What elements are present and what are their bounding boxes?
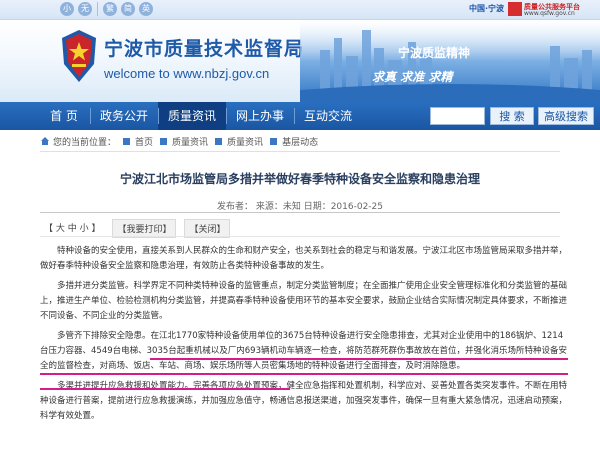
breadcrumb-divider <box>40 151 560 152</box>
breadcrumb-marker-icon <box>123 137 131 145</box>
highlight-underline <box>40 388 290 390</box>
article-divider <box>40 212 560 213</box>
breadcrumb-item-news-2[interactable]: 质量资讯 <box>227 135 263 148</box>
search-button[interactable]: 搜 索 <box>490 107 534 125</box>
search-input[interactable] <box>430 107 485 125</box>
article-body: 特种设备的安全使用，直接关系到人民群众的生命和财产安全，也关系到社会的稳定与和谐… <box>40 244 570 429</box>
china-ningbo-link[interactable]: 中国·宁波 <box>469 3 504 14</box>
article-paragraph: 多措并进分类监管。科学界定不同种类特种设备的监管重点，制定分类监管制度；在全面推… <box>40 281 568 321</box>
breadcrumb-marker-icon <box>270 137 278 145</box>
toolbar-divider <box>40 236 560 237</box>
nav-item-online-services[interactable]: 网上办事 <box>226 102 294 130</box>
breadcrumb-marker-icon <box>160 137 168 145</box>
home-icon <box>41 137 49 145</box>
qsfw-logo-icon <box>508 2 522 16</box>
article-meta: 发布者： 来源：未知 日期：2016-02-25 <box>216 202 384 212</box>
utility-icons: 小 无 繁 简 英 <box>60 2 153 16</box>
national-emblem-icon <box>62 30 96 82</box>
article-paragraph: 多渠并进提升应急救援和处置能力。完善各项应急处置预案，健全应急指挥和处置机制，科… <box>40 381 568 421</box>
article-title: 宁波江北市场监管局多措并举做好春季特种设备安全监察和隐患治理 <box>119 172 480 186</box>
site-url: welcome to www.nbzj.gov.cn <box>104 66 270 81</box>
qsfw-url: www.qsfw.gov.cn <box>524 10 575 17</box>
site-title: 宁波市质量技术监督局 <box>104 38 305 60</box>
breadcrumb-item-home[interactable]: 首页 <box>135 135 153 148</box>
nav-item-home[interactable]: 首 页 <box>38 102 90 130</box>
qsfw-logo-link[interactable]: 质量公共服务平台 www.qsfw.gov.cn <box>508 2 594 18</box>
nav-item-gov-affairs[interactable]: 政务公开 <box>90 102 158 130</box>
util-icon-0[interactable]: 小 <box>60 2 74 16</box>
util-separator <box>97 2 98 16</box>
util-icon-2[interactable]: 繁 <box>103 2 117 16</box>
main-nav: 首 页 政务公开 质量资讯 网上办事 互动交流 搜 索 高级搜索 <box>0 102 600 130</box>
highlight-underline <box>40 373 568 375</box>
breadcrumb-prefix: 您的当前位置： <box>53 137 117 148</box>
util-icon-4[interactable]: 英 <box>139 2 153 16</box>
nav-item-quality-news[interactable]: 质量资讯 <box>158 102 226 130</box>
breadcrumb: 您的当前位置： 首页 质量资讯 质量资讯 基层动态 <box>40 132 318 150</box>
breadcrumb-item-local[interactable]: 基层动态 <box>282 135 318 148</box>
advanced-search-button[interactable]: 高级搜索 <box>538 107 594 125</box>
breadcrumb-marker-icon <box>215 137 223 145</box>
highlight-underline <box>150 358 568 360</box>
top-utility-bar: 小 无 繁 简 英 中国·宁波 质量公共服务平台 www.qsfw.gov.cn <box>0 0 600 20</box>
nav-item-interaction[interactable]: 互动交流 <box>294 102 362 130</box>
util-icon-3[interactable]: 简 <box>121 2 135 16</box>
breadcrumb-item-news[interactable]: 质量资讯 <box>172 135 208 148</box>
spirit-label: 宁波质监精神 <box>398 46 471 60</box>
article-paragraph-highlighted: 多管齐下排除安全隐患。在江北1770家特种设备使用单位的3675台特种设备进行安… <box>40 331 567 371</box>
header-banner: 宁波市质量技术监督局 welcome to www.nbzj.gov.cn 宁波… <box>0 20 600 102</box>
city-skyline-image <box>300 20 600 102</box>
article-paragraph: 特种设备的安全使用，直接关系到人民群众的生命和财产安全，也关系到社会的稳定与和谐… <box>40 246 568 271</box>
slogan-label: 求真 求准 求精 <box>372 70 453 84</box>
util-icon-1[interactable]: 无 <box>78 2 92 16</box>
